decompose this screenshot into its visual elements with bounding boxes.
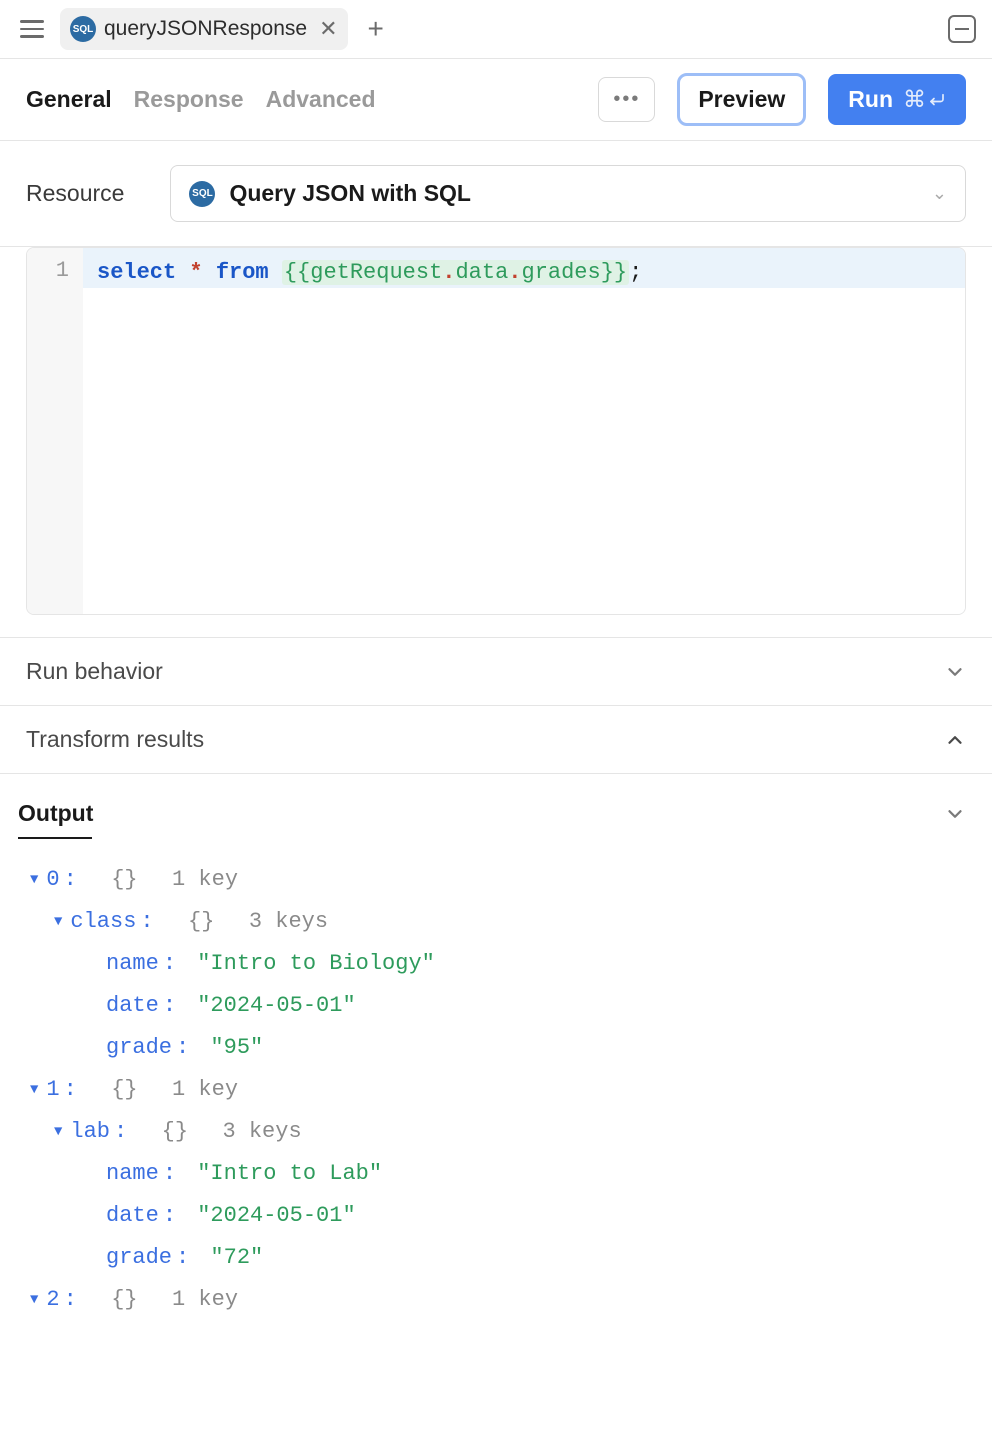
- line-number: 1: [27, 258, 69, 283]
- query-tab[interactable]: SQL queryJSONResponse ✕: [60, 8, 348, 50]
- section-run-behavior[interactable]: Run behavior: [0, 637, 992, 705]
- json-node[interactable]: ▼ 1: {} 1 key: [30, 1069, 966, 1111]
- json-leaf: name: "Intro to Biology": [30, 943, 966, 985]
- json-output-viewer: ▼ 0: {} 1 key ▼ class: {} 3 keys name: "…: [0, 853, 992, 1341]
- caret-down-icon[interactable]: ▼: [30, 1069, 38, 1111]
- json-leaf: grade: "95": [30, 1027, 966, 1069]
- collapse-panel-icon[interactable]: [948, 15, 976, 43]
- caret-down-icon[interactable]: ▼: [30, 859, 38, 901]
- section-transform-results[interactable]: Transform results: [0, 705, 992, 773]
- json-node[interactable]: ▼ class: {} 3 keys: [30, 901, 966, 943]
- chevron-down-icon: [944, 803, 966, 825]
- editor-container: 1 select * from {{getRequest.data.grades…: [0, 247, 992, 637]
- run-label: Run: [848, 86, 893, 113]
- enter-key-icon: [928, 91, 946, 109]
- subtabs: General Response Advanced: [26, 86, 376, 113]
- resource-select[interactable]: SQL Query JSON with SQL ⌄: [170, 165, 966, 222]
- chevron-up-icon: [944, 729, 966, 751]
- output-label: Output: [18, 800, 93, 827]
- menu-icon[interactable]: [16, 16, 48, 42]
- json-leaf: date: "2024-05-01": [30, 985, 966, 1027]
- run-button[interactable]: Run ⌘: [828, 74, 966, 125]
- sql-editor[interactable]: 1 select * from {{getRequest.data.grades…: [26, 247, 966, 615]
- chevron-down-icon: ⌄: [932, 183, 947, 204]
- sql-badge-icon: SQL: [70, 16, 96, 42]
- json-leaf: name: "Intro to Lab": [30, 1153, 966, 1195]
- tab-title: queryJSONResponse: [104, 17, 307, 41]
- add-tab-button[interactable]: +: [360, 13, 392, 45]
- caret-down-icon[interactable]: ▼: [54, 1111, 62, 1153]
- json-leaf: grade: "72": [30, 1237, 966, 1279]
- close-tab-icon[interactable]: ✕: [315, 16, 337, 42]
- json-leaf: date: "2024-05-01": [30, 1195, 966, 1237]
- run-shortcut: ⌘: [903, 86, 946, 113]
- json-node[interactable]: ▼ 2: {} 1 key: [30, 1279, 966, 1321]
- json-node[interactable]: ▼ 0: {} 1 key: [30, 859, 966, 901]
- editor-gutter: 1: [27, 248, 83, 614]
- more-actions-button[interactable]: •••: [598, 77, 655, 122]
- resource-selected-value: Query JSON with SQL: [229, 180, 471, 207]
- resource-row: Resource SQL Query JSON with SQL ⌄: [0, 141, 992, 247]
- section-output[interactable]: Output: [0, 773, 992, 837]
- sql-badge-icon: SQL: [189, 181, 215, 207]
- tab-advanced[interactable]: Advanced: [266, 86, 376, 113]
- resource-label: Resource: [26, 180, 124, 207]
- code-line: select * from {{getRequest.data.grades}}…: [97, 258, 951, 288]
- section-label: Run behavior: [26, 658, 163, 685]
- tab-general[interactable]: General: [26, 86, 112, 113]
- editor-content[interactable]: select * from {{getRequest.data.grades}}…: [83, 248, 965, 614]
- section-label: Transform results: [26, 726, 204, 753]
- json-node[interactable]: ▼ lab: {} 3 keys: [30, 1111, 966, 1153]
- subheader: General Response Advanced ••• Preview Ru…: [0, 59, 992, 141]
- output-tab-underline: [18, 837, 92, 839]
- tab-response[interactable]: Response: [134, 86, 244, 113]
- caret-down-icon[interactable]: ▼: [54, 901, 62, 943]
- caret-down-icon[interactable]: ▼: [30, 1279, 38, 1321]
- preview-button[interactable]: Preview: [677, 73, 806, 126]
- topbar: SQL queryJSONResponse ✕ +: [0, 0, 992, 59]
- chevron-down-icon: [944, 661, 966, 683]
